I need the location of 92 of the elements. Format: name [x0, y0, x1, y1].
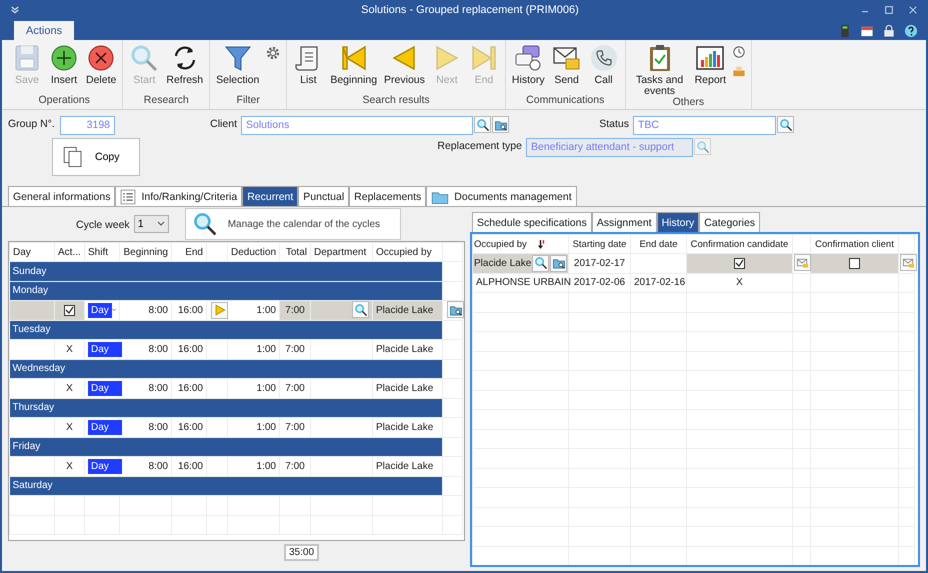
- column-header: Confirmation candidate: [690, 238, 788, 250]
- total-field: 35:00: [284, 544, 320, 561]
- ribbon-button[interactable]: History: [508, 43, 548, 86]
- field-label: Cycle week: [76, 218, 130, 231]
- copy-button[interactable]: Copy: [52, 138, 140, 176]
- group-label: Others: [672, 96, 706, 110]
- table-cell[interactable]: 1:00: [228, 300, 280, 320]
- table-cell: 1:00: [228, 340, 280, 359]
- table-cell: Placide Lake: [372, 418, 442, 437]
- column-header: End date: [639, 238, 678, 250]
- tab[interactable]: Punctual: [298, 186, 350, 206]
- tab[interactable]: General informations: [8, 186, 116, 206]
- column-header: Confirmation client: [815, 238, 894, 250]
- group-label: Communications: [525, 94, 606, 108]
- manage-calendar-button[interactable]: Manage the calendar of the cycles: [184, 208, 401, 240]
- ribbon-button[interactable]: Delete: [83, 43, 120, 86]
- day-band: Sunday: [10, 262, 442, 281]
- table-cell[interactable]: Placide Lake: [372, 300, 442, 320]
- shift-tag: Day: [88, 380, 122, 396]
- shift-tag: Day: [88, 458, 122, 474]
- shift-tag: Day: [88, 420, 122, 435]
- table-cell: 16:00: [172, 456, 206, 476]
- ribbon-button[interactable]: Report: [692, 43, 730, 86]
- field-label: Replacement type: [436, 139, 523, 152]
- table-cell: 8:00: [120, 378, 172, 398]
- table-cell: ALPHONSE URBAIN: [472, 273, 568, 292]
- input-field[interactable]: 3198: [60, 116, 115, 135]
- group-label: Search results: [362, 94, 431, 108]
- ribbon-button[interactable]: Call: [586, 43, 622, 86]
- input-field[interactable]: TBC: [633, 116, 776, 135]
- field-label: Group N°.: [8, 117, 56, 130]
- table-cell: X: [54, 340, 84, 359]
- field-label: Client: [209, 117, 238, 130]
- table-cell: Placide Lake: [372, 340, 442, 359]
- table-cell: 8:00: [120, 456, 172, 476]
- table-cell: 16:00: [172, 378, 206, 398]
- tab[interactable]: History: [656, 212, 700, 232]
- day-band: Wednesday: [10, 359, 442, 378]
- tab[interactable]: Assignment: [592, 212, 657, 232]
- table-cell: X: [54, 456, 84, 476]
- table-cell: 8:00: [120, 340, 172, 359]
- tab[interactable]: Categories: [699, 212, 760, 232]
- ribbon-tab[interactable]: Actions: [14, 21, 74, 40]
- table-cell: 1:00: [228, 418, 280, 437]
- table-cell[interactable]: 8:00: [120, 300, 172, 320]
- table-cell: 7:00: [280, 300, 310, 320]
- tab[interactable]: Info/Ranking/Criteria: [115, 186, 242, 206]
- table-cell: 7:00: [280, 456, 310, 476]
- group-label: Filter: [236, 94, 261, 108]
- ribbon-button[interactable]: Beginning: [327, 43, 380, 86]
- column-header: Day: [10, 242, 54, 262]
- day-band: Thursday: [10, 398, 442, 418]
- cycle-week-select[interactable]: 1: [134, 215, 169, 233]
- table-cell: Placide Lake: [372, 378, 442, 398]
- day-band: Friday: [10, 437, 442, 456]
- shift-tag: Day: [88, 342, 122, 357]
- ribbon-button[interactable]: Send: [548, 43, 585, 86]
- table-cell: 7:00: [280, 418, 310, 437]
- table-cell: 2017-02-16: [630, 273, 686, 292]
- table-cell: 16:00: [172, 340, 206, 359]
- table-cell: 1:00: [228, 378, 280, 398]
- field-label: Status: [598, 117, 630, 130]
- table-cell: 7:00: [280, 378, 310, 398]
- table-cell: 1:00: [228, 456, 280, 476]
- group-label: Operations: [37, 94, 91, 108]
- tab[interactable]: Recurrent: [242, 186, 298, 206]
- table-cell: Placide Lake: [372, 456, 442, 476]
- tab[interactable]: Replacements: [349, 186, 426, 206]
- day-band: Monday: [10, 281, 442, 300]
- table-cell: 8:00: [120, 418, 172, 437]
- window-title: Solutions - Grouped replacement (PRIM006): [360, 4, 580, 16]
- table-cell: X: [54, 418, 84, 437]
- day-band: Saturday: [10, 476, 442, 496]
- table-cell: 7:00: [280, 340, 310, 359]
- table-cell: X: [686, 273, 792, 292]
- tab[interactable]: Documents management: [426, 186, 577, 206]
- table-cell: X: [54, 378, 84, 398]
- table-cell[interactable]: 2017-02-17: [568, 254, 630, 273]
- ribbon-button[interactable]: Insert: [46, 43, 82, 86]
- ribbon-button[interactable]: List: [290, 43, 326, 86]
- column-header: Starting date: [572, 238, 626, 250]
- ribbon-button[interactable]: Previous: [381, 43, 428, 86]
- group-label: Research: [142, 94, 190, 108]
- column-header: Occupied by: [474, 238, 527, 250]
- table-cell: 16:00: [172, 418, 206, 437]
- table-cell[interactable]: 16:00: [172, 300, 206, 320]
- ribbon-button[interactable]: Refresh: [163, 43, 206, 86]
- ribbon-button[interactable]: Selection: [213, 43, 262, 86]
- ribbon-button[interactable]: Tasks and events: [628, 43, 691, 96]
- day-band: Tuesday: [10, 320, 442, 340]
- input-field[interactable]: Solutions: [241, 116, 473, 135]
- tab[interactable]: Schedule specifications: [472, 212, 592, 232]
